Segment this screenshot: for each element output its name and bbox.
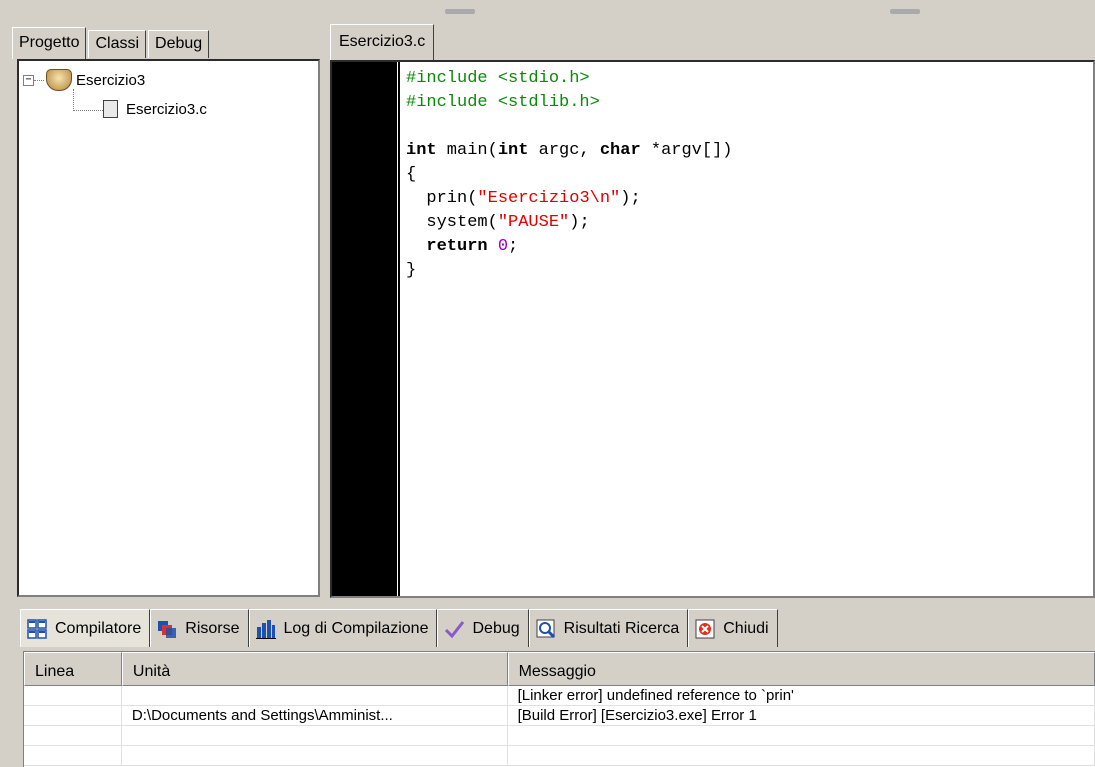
code-token: 0: [497, 237, 509, 256]
table-row[interactable]: [24, 726, 1095, 746]
column-header-linea[interactable]: Linea: [24, 652, 122, 686]
tree-line: [73, 110, 103, 111]
output-panel-tabs: Compilatore Risorse Log di Compilazione: [20, 608, 778, 648]
tree-item-file[interactable]: Esercizio3.c: [103, 100, 207, 118]
toolbar-handle: [445, 9, 475, 14]
cell-messaggio: [508, 726, 1095, 745]
tab-label: Chiudi: [723, 619, 769, 637]
search-results-icon: [536, 619, 556, 639]
tree-line: [73, 89, 74, 111]
tab-compilatore[interactable]: Compilatore: [20, 609, 151, 647]
code-token: *argv[]): [640, 141, 733, 160]
cell-unita: [122, 746, 508, 765]
top-toolbar-strip: [0, 0, 1095, 22]
editor-gutter: [332, 62, 397, 596]
tab-chiudi[interactable]: Chiudi: [688, 609, 778, 647]
toolbar-handle: [890, 9, 920, 14]
code-line[interactable]: }: [406, 259, 733, 283]
code-token: {: [406, 165, 417, 184]
tree-item-project[interactable]: − Esercizio3: [23, 69, 145, 91]
cell-linea: [24, 746, 122, 765]
code-token: return: [426, 237, 488, 256]
tab-label: Debug: [472, 619, 520, 637]
tab-risultati-ricerca[interactable]: Risultati Ricerca: [528, 609, 689, 647]
tab-classi[interactable]: Classi: [88, 30, 147, 58]
tab-label: Risultati Ricerca: [563, 619, 680, 637]
tab-risorse[interactable]: Risorse: [150, 609, 249, 647]
tab-debug-output[interactable]: Debug: [437, 609, 529, 647]
compiler-messages-table[interactable]: Linea Unità Messaggio [Linker error] und…: [23, 651, 1095, 767]
code-editor[interactable]: #include <stdio.h> #include <stdlib.h> int…: [330, 60, 1095, 598]
code-line[interactable]: {: [406, 163, 733, 187]
table-row[interactable]: [24, 746, 1095, 766]
column-header-messaggio[interactable]: Messaggio: [507, 652, 1095, 686]
project-panel-tabs: Progetto Classi Debug: [12, 24, 211, 59]
code-token: "PAUSE": [497, 213, 570, 232]
code-line[interactable]: prin("Esercizio3\n");: [406, 187, 733, 211]
code-token: char: [599, 141, 641, 160]
file-name: Esercizio3.c: [126, 100, 207, 118]
code-token: );: [569, 213, 590, 232]
code-token: argc,: [528, 141, 600, 160]
tab-log-compilazione[interactable]: Log di Compilazione: [248, 609, 438, 647]
close-panel-icon: [695, 619, 715, 639]
editor-tab-esercizio3[interactable]: Esercizio3.c: [330, 24, 435, 60]
code-token: int: [497, 141, 529, 160]
tab-label: Compilatore: [55, 619, 142, 637]
code-token: system(: [406, 213, 498, 232]
cell-messaggio: [Linker error] undefined reference to `p…: [508, 686, 1095, 705]
code-token: #include <stdlib.h>: [406, 93, 600, 112]
table-header: Linea Unità Messaggio: [24, 652, 1095, 686]
cell-unita: [122, 686, 508, 705]
code-line[interactable]: #include <stdio.h>: [406, 67, 733, 91]
code-token: prin(: [406, 189, 478, 208]
code-token: );: [620, 189, 641, 208]
debug-check-icon: [444, 619, 465, 639]
code-line[interactable]: [406, 115, 733, 139]
table-row[interactable]: [Linker error] undefined reference to `p…: [24, 686, 1095, 706]
code-token: #include <stdio.h>: [406, 69, 590, 88]
collapse-icon[interactable]: −: [23, 74, 34, 86]
compile-log-icon: [255, 619, 276, 639]
resources-icon: [157, 619, 177, 639]
code-token: main(: [436, 141, 498, 160]
table-row[interactable]: D:\Documents and Settings\Amminist... [B…: [24, 706, 1095, 726]
code-token: int: [406, 141, 437, 160]
project-tree: − Esercizio3 Esercizio3.c: [17, 59, 320, 597]
code-token: ;: [508, 237, 519, 256]
tab-debug[interactable]: Debug: [148, 30, 210, 58]
code-token: "Esercizio3\n": [477, 189, 621, 208]
file-icon: [103, 100, 118, 118]
column-header-unita[interactable]: Unità: [121, 652, 508, 686]
tree-line: [34, 79, 44, 81]
tab-label: Log di Compilazione: [283, 619, 429, 637]
tab-progetto[interactable]: Progetto: [12, 27, 87, 59]
cell-linea: [24, 726, 122, 745]
cell-messaggio: [Build Error] [Esercizio3.exe] Error 1: [508, 706, 1095, 725]
code-line[interactable]: system("PAUSE");: [406, 211, 733, 235]
project-name: Esercizio3: [76, 71, 146, 89]
code-line[interactable]: int main(int argc, char *argv[]): [406, 139, 733, 163]
code-token: }: [406, 261, 417, 280]
cell-linea: [24, 686, 122, 705]
cell-unita: D:\Documents and Settings\Amminist...: [122, 706, 508, 725]
cell-messaggio: [508, 746, 1095, 765]
project-icon: [46, 69, 72, 91]
compiler-icon: [27, 618, 47, 639]
cell-linea: [24, 706, 122, 725]
code-line[interactable]: #include <stdlib.h>: [406, 91, 733, 115]
cell-unita: [122, 726, 508, 745]
gutter-separator: [398, 62, 400, 596]
code-line[interactable]: return 0;: [406, 235, 733, 259]
code-text[interactable]: #include <stdio.h> #include <stdlib.h> int…: [406, 67, 733, 283]
tab-label: Risorse: [185, 619, 240, 637]
